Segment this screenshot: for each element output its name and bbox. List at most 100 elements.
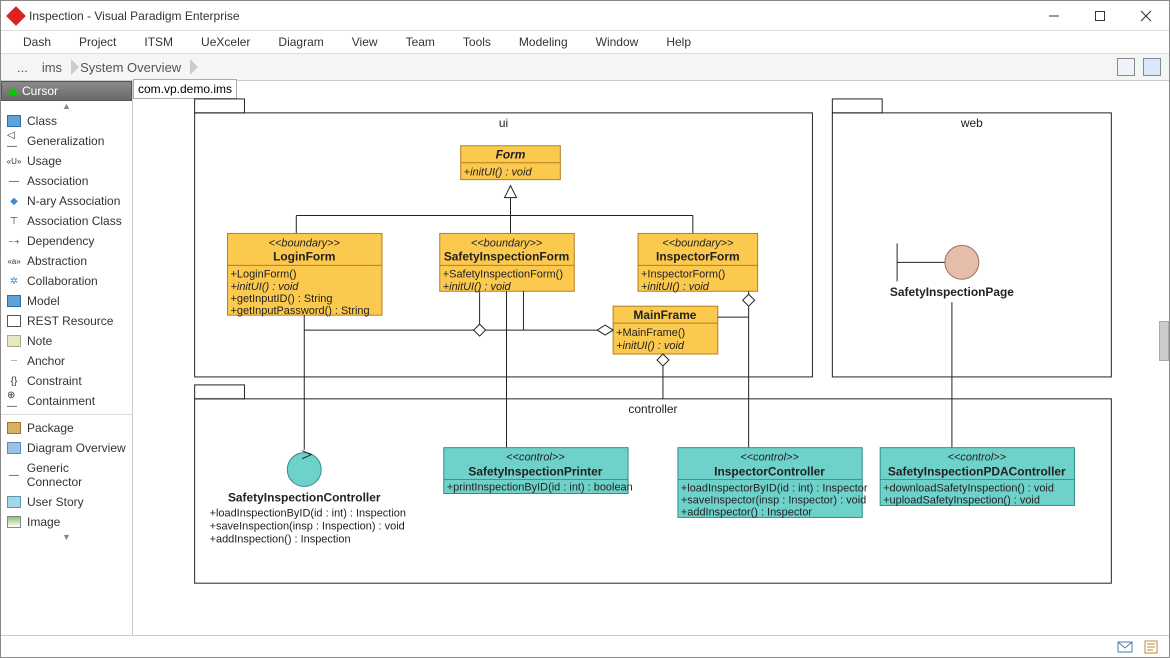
palette-cursor-tool[interactable]: Cursor (1, 81, 132, 101)
palette-collapse-arrow-top[interactable]: ▲ (1, 101, 132, 111)
svg-text:+MainFrame(): +MainFrame() (616, 327, 685, 339)
svg-text:+getInputID() : String: +getInputID() : String (231, 293, 333, 305)
note-icon[interactable] (1143, 640, 1159, 654)
svg-text:SafetyInspectionForm: SafetyInspectionForm (444, 249, 569, 263)
palette-user-story[interactable]: User Story (1, 492, 132, 512)
palette-class[interactable]: Class (1, 111, 132, 131)
svg-text:+downloadSafetyInspection() :: +downloadSafetyInspection() : void (883, 483, 1054, 495)
svg-text:SafetyInspectionPDAController: SafetyInspectionPDAController (888, 465, 1066, 479)
class-main-frame[interactable]: MainFrame +MainFrame() +initUI() : void (613, 306, 718, 354)
menubar: Dash Project ITSM UeXceler Diagram View … (1, 31, 1169, 53)
titlebar: Inspection - Visual Paradigm Enterprise (1, 1, 1169, 31)
menu-window[interactable]: Window (596, 35, 639, 49)
palette-anchor[interactable]: ┄Anchor (1, 351, 132, 371)
window-title: Inspection - Visual Paradigm Enterprise (29, 9, 1031, 23)
mail-icon[interactable] (1117, 640, 1133, 654)
class-inspector-controller[interactable]: <<control>> InspectorController +loadIns… (678, 448, 868, 519)
palette-collaboration[interactable]: ✲Collaboration (1, 271, 132, 291)
menu-diagram[interactable]: Diagram (278, 35, 323, 49)
package-controller-label: controller (628, 402, 677, 416)
class-safety-inspection-pda-controller[interactable]: <<control>> SafetyInspectionPDAControlle… (880, 448, 1074, 507)
svg-text:<<control>>: <<control>> (948, 452, 1007, 464)
svg-text:MainFrame: MainFrame (633, 308, 696, 322)
palette-dependency[interactable]: ⤍Dependency (1, 231, 132, 251)
svg-text:<<boundary>>: <<boundary>> (662, 237, 734, 249)
palette-model[interactable]: Model (1, 291, 132, 311)
svg-text:+initUI() : void: +initUI() : void (231, 281, 300, 293)
tool-palette: Cursor ▲ Class ◁—Generalization «U»Usage… (1, 81, 133, 635)
svg-text:+addInspector() : Inspector: +addInspector() : Inspector (681, 506, 813, 518)
class-safety-inspection-controller[interactable]: SafetyInspectionController +loadInspecti… (210, 451, 406, 546)
svg-text:+LoginForm(): +LoginForm() (231, 268, 297, 280)
svg-text:+loadInspectorByID(id : int) :: +loadInspectorByID(id : int) : Inspector (681, 483, 868, 495)
palette-generic-connector[interactable]: —Generic Connector (1, 458, 132, 492)
palette-association[interactable]: —Association (1, 171, 132, 191)
palette-rest-resource[interactable]: REST Resource (1, 311, 132, 331)
svg-text:+initUI() : void: +initUI() : void (641, 281, 710, 293)
toolbar-switch-icon[interactable] (1143, 58, 1161, 76)
palette-association-class[interactable]: ⊤Association Class (1, 211, 132, 231)
menu-itsm[interactable]: ITSM (144, 35, 173, 49)
palette-cursor-label: Cursor (22, 84, 58, 98)
palette-generalization[interactable]: ◁—Generalization (1, 131, 132, 151)
svg-text:InspectorController: InspectorController (714, 465, 825, 479)
palette-image[interactable]: Image (1, 512, 132, 532)
class-form[interactable]: Form +initUI() : void (461, 146, 561, 180)
class-safety-inspection-printer[interactable]: <<control>> SafetyInspectionPrinter +pri… (444, 448, 633, 494)
class-inspector-form[interactable]: <<boundary>> InspectorForm +InspectorFor… (638, 233, 758, 293)
svg-text:<<control>>: <<control>> (740, 452, 799, 464)
package-web-label: web (960, 116, 983, 130)
menu-dash[interactable]: Dash (23, 35, 51, 49)
breadcrumb-bar: ... ims System Overview (1, 53, 1169, 81)
svg-text:SafetyInspectionPrinter: SafetyInspectionPrinter (468, 465, 602, 479)
menu-uexceler[interactable]: UeXceler (201, 35, 250, 49)
minimize-button[interactable] (1031, 1, 1077, 30)
breadcrumb-system-overview[interactable]: System Overview (74, 60, 193, 75)
menu-help[interactable]: Help (666, 35, 691, 49)
svg-text:+saveInspector(insp : Inspecto: +saveInspector(insp : Inspector) : void (681, 494, 866, 506)
palette-abstraction[interactable]: «a»Abstraction (1, 251, 132, 271)
palette-package[interactable]: Package (1, 418, 132, 438)
package-ui-label: ui (499, 116, 508, 130)
svg-text:SafetyInspectionController: SafetyInspectionController (228, 490, 381, 504)
status-bar (1, 635, 1169, 657)
svg-text:+SafetyInspectionForm(): +SafetyInspectionForm() (443, 268, 563, 280)
svg-text:+saveInspection(insp : Inspect: +saveInspection(insp : Inspection) : voi… (210, 520, 405, 532)
svg-text:+uploadSafetyInspection() : vo: +uploadSafetyInspection() : void (883, 494, 1040, 506)
class-safety-inspection-form[interactable]: <<boundary>> SafetyInspectionForm +Safet… (440, 233, 575, 293)
cursor-icon (8, 87, 18, 95)
svg-text:<<boundary>>: <<boundary>> (269, 237, 341, 249)
svg-text:+initUI() : void: +initUI() : void (443, 281, 512, 293)
palette-containment[interactable]: ⊕—Containment (1, 391, 132, 411)
palette-usage[interactable]: «U»Usage (1, 151, 132, 171)
menu-tools[interactable]: Tools (463, 35, 491, 49)
svg-text:+getInputPassword() : String: +getInputPassword() : String (231, 305, 370, 317)
palette-constraint[interactable]: {}Constraint (1, 371, 132, 391)
svg-text:+initUI() : void: +initUI() : void (616, 340, 685, 352)
maximize-button[interactable] (1077, 1, 1123, 30)
uml-diagram: ui web controller Form +initUI() : void (133, 81, 1169, 635)
menu-team[interactable]: Team (406, 35, 435, 49)
svg-text:+initUI() : void: +initUI() : void (464, 167, 533, 179)
palette-nary-association[interactable]: ◆N-ary Association (1, 191, 132, 211)
vertical-scrollbar-thumb[interactable] (1159, 321, 1169, 361)
close-button[interactable] (1123, 1, 1169, 30)
app-icon (6, 6, 26, 26)
palette-collapse-arrow-bottom[interactable]: ▼ (1, 532, 132, 542)
svg-text:SafetyInspectionPage: SafetyInspectionPage (890, 285, 1014, 299)
svg-text:<<boundary>>: <<boundary>> (471, 237, 543, 249)
menu-project[interactable]: Project (79, 35, 116, 49)
breadcrumb-ellipsis[interactable]: ... (9, 60, 36, 75)
toolbar-layout-icon[interactable] (1117, 58, 1135, 76)
diagram-canvas[interactable]: com.vp.demo.ims ui web controller Form +… (133, 81, 1169, 635)
menu-modeling[interactable]: Modeling (519, 35, 568, 49)
svg-text:+addInspection() : Inspection: +addInspection() : Inspection (210, 533, 351, 545)
class-safety-inspection-page[interactable]: SafetyInspectionPage (890, 243, 1014, 299)
palette-diagram-overview[interactable]: Diagram Overview (1, 438, 132, 458)
class-login-form[interactable]: <<boundary>> LoginForm +LoginForm() +ini… (228, 233, 382, 317)
palette-note[interactable]: Note (1, 331, 132, 351)
breadcrumb-ims[interactable]: ims (36, 60, 74, 75)
svg-text:+InspectorForm(): +InspectorForm() (641, 268, 725, 280)
menu-view[interactable]: View (352, 35, 378, 49)
svg-text:<<control>>: <<control>> (506, 452, 565, 464)
